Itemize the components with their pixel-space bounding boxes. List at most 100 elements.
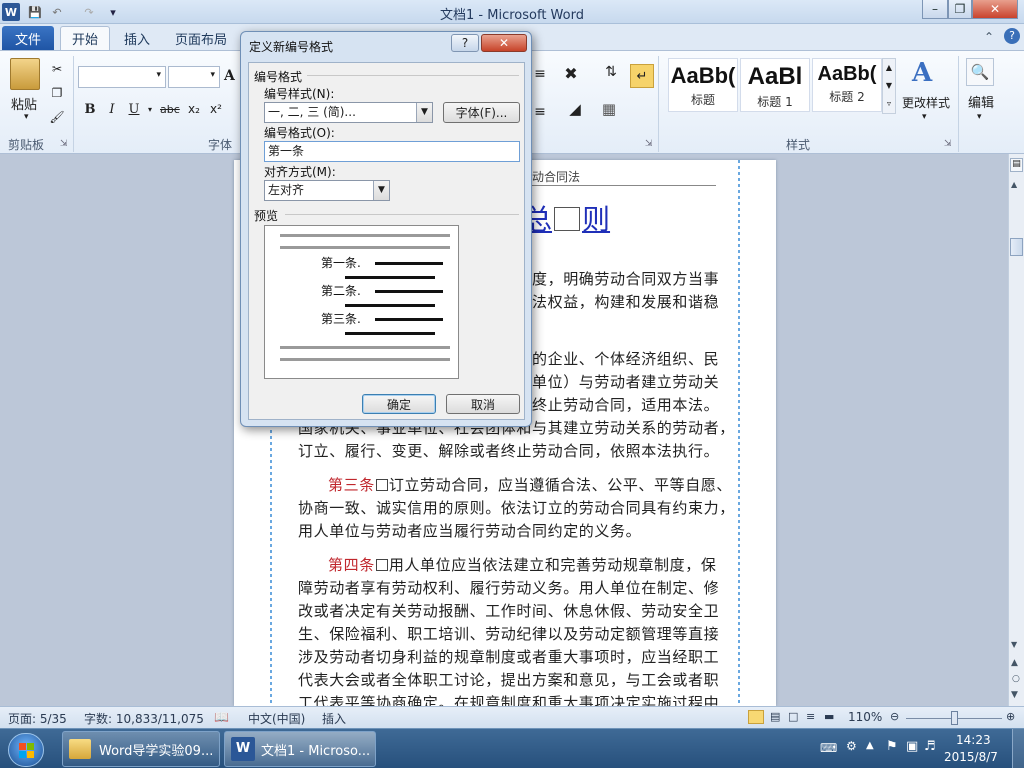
action-center-icon[interactable]: ⚑	[886, 739, 898, 754]
underline-icon[interactable]: U	[126, 102, 142, 117]
redo-icon[interactable]: ↷	[80, 3, 98, 21]
taskbar-item-explorer[interactable]: Word导学实验09...	[62, 731, 220, 767]
alignment-select[interactable]: 左对齐 ▼	[264, 180, 390, 201]
copy-icon[interactable]: ❐	[48, 84, 66, 102]
tab-insert[interactable]: 插入	[114, 26, 160, 50]
show-hidden-icons[interactable]: ▲	[866, 740, 874, 751]
web-layout-icon[interactable]: □	[788, 710, 798, 723]
restore-button[interactable]: ❐	[948, 0, 972, 19]
keyboard-icon[interactable]: ⌨	[820, 741, 837, 755]
next-page-icon[interactable]: ▼	[1011, 690, 1018, 700]
chevron-down-icon[interactable]: ▼	[373, 181, 389, 200]
subscript-icon[interactable]: x₂	[188, 102, 200, 116]
styles-gallery-scroll[interactable]: ▲ ▼ ▿	[882, 58, 896, 114]
tab-home[interactable]: 开始	[60, 26, 110, 50]
zoom-out-icon[interactable]: ⊖	[890, 710, 899, 723]
sort-icon[interactable]: ⇅	[600, 64, 622, 80]
paste-dropdown-icon[interactable]: ▾	[24, 112, 29, 122]
full-screen-reading-icon[interactable]: ▤	[770, 710, 780, 723]
clipboard-launcher-icon[interactable]: ⇲	[60, 139, 68, 149]
scroll-thumb[interactable]	[1010, 238, 1023, 256]
multilevel-list-icon[interactable]: ≡	[534, 66, 546, 82]
collapse-ribbon-icon[interactable]: ⌃	[984, 30, 994, 44]
text-line: 的企业、个体经济组织、民	[532, 350, 720, 368]
input-method-icon[interactable]: ⚙	[846, 739, 857, 753]
style-heading-2[interactable]: AaBb( 标题 2	[812, 58, 882, 112]
tab-page-layout[interactable]: 页面布局	[170, 26, 232, 50]
font-name-field[interactable]: ▾	[78, 66, 166, 88]
edit-dropdown-icon[interactable]: ▾	[977, 112, 982, 122]
paragraph-launcher-icon[interactable]: ⇲	[645, 139, 653, 149]
volume-icon[interactable]: ♬	[924, 739, 936, 754]
cancel-button[interactable]: 取消	[446, 394, 520, 414]
network-icon[interactable]: ▣	[906, 739, 918, 754]
zoom-level[interactable]: 110%	[848, 710, 882, 724]
undo-icon[interactable]: ↶	[48, 3, 66, 21]
show-desktop-button[interactable]	[1012, 729, 1024, 768]
scroll-up-icon[interactable]: ▲	[1011, 180, 1017, 189]
find-icon[interactable]: 🔍	[966, 58, 994, 86]
bold-icon[interactable]: B	[82, 102, 98, 117]
clock-date[interactable]: 2015/8/7	[944, 750, 998, 764]
preview-item: 第二条.	[321, 284, 361, 298]
shading-icon[interactable]: ◢	[564, 100, 586, 118]
superscript-icon[interactable]: x²	[210, 102, 222, 116]
paste-icon[interactable]	[10, 58, 40, 90]
help-icon[interactable]: ?	[1004, 28, 1020, 44]
word-count[interactable]: 字数: 10,833/11,075	[84, 710, 204, 727]
dialog-help-button[interactable]: ?	[451, 34, 479, 52]
proofing-icon[interactable]: 📖	[214, 710, 229, 724]
chevron-down-icon[interactable]: ▼	[416, 103, 432, 122]
paste-button-label[interactable]: 粘贴	[11, 94, 37, 113]
style-heading-1[interactable]: AaBl 标题 1	[740, 58, 810, 112]
outline-view-icon[interactable]: ≡	[806, 710, 815, 723]
insert-mode[interactable]: 插入	[322, 710, 346, 727]
previous-page-icon[interactable]: ▲	[1011, 658, 1018, 668]
borders-icon[interactable]: ▦	[598, 100, 620, 118]
customize-qat-icon[interactable]: ▾	[104, 3, 122, 21]
format-painter-icon[interactable]: 🖌	[48, 108, 66, 126]
edit-label[interactable]: 编辑	[968, 92, 994, 111]
ok-button[interactable]: 确定	[362, 394, 436, 414]
clock-time[interactable]: 14:23	[956, 733, 991, 747]
strikethrough-icon[interactable]: abc	[160, 103, 180, 116]
vertical-scrollbar[interactable]: ▤ ▲ ▼ ▲ ○ ▼	[1008, 154, 1024, 706]
zoom-slider-thumb[interactable]	[951, 711, 958, 725]
change-styles-dropdown-icon[interactable]: ▾	[922, 112, 927, 122]
style-preview: AaBl	[747, 63, 803, 90]
styles-launcher-icon[interactable]: ⇲	[944, 139, 952, 149]
tab-file[interactable]: 文件	[2, 26, 54, 50]
grow-font-icon[interactable]: A	[224, 68, 235, 84]
scroll-down-icon[interactable]: ▼	[1011, 640, 1017, 649]
dialog-close-button[interactable]: ✕	[481, 34, 527, 52]
font-size-field[interactable]: ▾	[168, 66, 220, 88]
language[interactable]: 中文(中国)	[248, 710, 305, 727]
chinese-layout-icon[interactable]: ✖	[560, 64, 582, 83]
page-count[interactable]: 页面: 5/35	[8, 710, 67, 727]
draft-view-icon[interactable]: ▬	[824, 710, 834, 723]
save-icon[interactable]: 💾	[26, 3, 44, 21]
print-layout-view-icon[interactable]	[748, 710, 764, 724]
ruler-toggle-icon[interactable]: ▤	[1010, 158, 1023, 172]
taskbar-item-word[interactable]: W 文档1 - Microso...	[224, 731, 376, 767]
close-button[interactable]: ✕	[972, 0, 1018, 19]
number-style-select[interactable]: 一, 二, 三 (简)... ▼	[264, 102, 433, 123]
show-formatting-marks-icon[interactable]: ↵	[630, 64, 654, 88]
change-styles-label[interactable]: 更改样式	[902, 94, 950, 111]
preview-item: 第三条.	[321, 312, 361, 326]
browse-object-icon[interactable]: ○	[1012, 674, 1020, 684]
word-app-icon[interactable]: W	[2, 3, 20, 21]
change-styles-icon[interactable]: A	[912, 58, 932, 88]
number-format-section-label: 编号格式	[254, 70, 303, 84]
cut-icon[interactable]: ✂	[48, 60, 66, 78]
font-button[interactable]: 字体(F)...	[443, 102, 520, 123]
style-heading[interactable]: AaBb( 标题	[668, 58, 738, 112]
start-button[interactable]	[8, 733, 44, 767]
chapter-heading[interactable]: 总则	[524, 198, 610, 238]
number-format-input[interactable]: 第一条	[264, 141, 520, 162]
underline-dropdown-icon[interactable]: ▾	[148, 105, 152, 114]
minimize-button[interactable]: –	[922, 0, 948, 19]
line-spacing-icon[interactable]: ≡	[534, 104, 546, 120]
italic-icon[interactable]: I	[104, 102, 120, 117]
zoom-in-icon[interactable]: ⊕	[1006, 710, 1015, 723]
